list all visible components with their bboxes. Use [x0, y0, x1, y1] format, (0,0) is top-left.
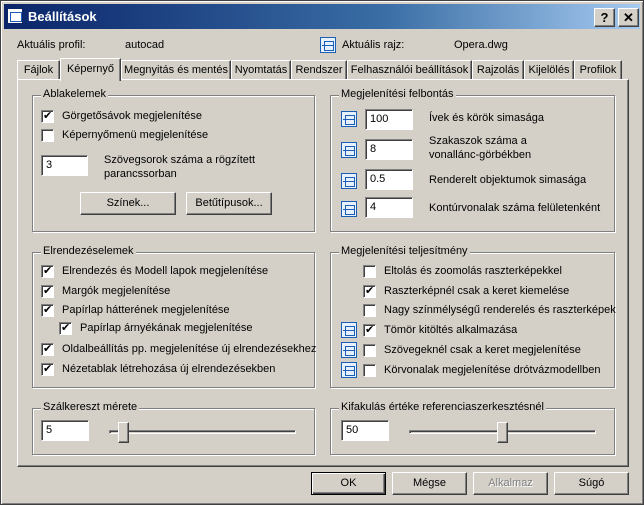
tab-selection[interactable]: Kijelölés [524, 60, 574, 80]
drawing-icon [320, 37, 336, 53]
arc-smoothness-label: Ívek és körök simasága [429, 112, 544, 124]
drawing-setting-icon [341, 322, 357, 338]
layout-model-tabs-label: Elrendezés és Modell lapok megjelenítése [62, 265, 269, 277]
text-lines-label-2: parancssorban [104, 168, 177, 180]
screen-menu-checkbox[interactable] [41, 129, 54, 142]
paper-shadow-checkbox[interactable] [59, 321, 72, 335]
layout-model-tabs-checkbox[interactable] [41, 264, 54, 278]
margins-label: Margók megjelenítése [62, 285, 171, 297]
crosshair-slider-thumb[interactable] [118, 422, 129, 443]
close-icon[interactable]: ✕ [618, 8, 639, 27]
display-performance-title: Megjelenítési teljesítmény [339, 245, 470, 257]
polyline-segments-input[interactable]: 8 [365, 139, 413, 160]
polyline-segments-label-2: vonallánc-görbékben [429, 149, 532, 161]
tab-open-save[interactable]: Megnyitás és mentés [121, 60, 231, 80]
text-lines-input[interactable]: 3 [41, 155, 88, 176]
fade-slider-thumb[interactable] [497, 422, 508, 443]
rendered-smoothness-input[interactable]: 0.5 [365, 169, 413, 190]
autocad-app-icon [7, 8, 23, 24]
profile-label: Aktuális profil: [17, 39, 86, 51]
contour-lines-label: Kontúrvonalak száma felületenként [429, 202, 601, 214]
solid-fill-checkbox[interactable] [363, 323, 376, 337]
tab-system[interactable]: Rendszer [291, 60, 347, 80]
pan-zoom-raster-checkbox[interactable] [363, 265, 376, 278]
raster-frame-highlight-label: Raszterképnél csak a keret kiemelése [384, 285, 570, 297]
rendered-smoothness-label: Renderelt objektumok simasága [429, 174, 587, 186]
true-color-label: Nagy színmélységű renderelés és raszterk… [384, 304, 616, 316]
help-icon[interactable]: ? [594, 8, 615, 27]
cancel-button[interactable]: Mégse [392, 472, 467, 495]
raster-frame-highlight-checkbox[interactable] [363, 284, 376, 298]
create-viewport-checkbox[interactable] [41, 362, 54, 376]
drawing-setting-icon [341, 142, 357, 158]
ok-button[interactable]: OK [311, 472, 386, 495]
drawing-setting-icon [341, 173, 357, 189]
drawing-setting-icon [341, 342, 357, 358]
silhouettes-label: Körvonalak megjelenítése drótvázmodellbe… [384, 364, 601, 376]
window-title: Beállítások [28, 9, 97, 24]
solid-fill-label: Tömör kitöltés alkalmazása [384, 324, 518, 336]
crosshair-slider-track[interactable] [109, 430, 296, 434]
tab-user-preferences[interactable]: Felhasználói beállítások [347, 60, 472, 80]
apply-button[interactable]: Alkalmaz [473, 472, 548, 495]
text-frame-only-checkbox[interactable] [363, 344, 376, 357]
pan-zoom-raster-label: Eltolás és zoomolás raszterképekkel [384, 265, 562, 277]
profile-value: autocad [125, 39, 165, 51]
scrollbars-checkbox[interactable] [41, 109, 54, 123]
true-color-checkbox[interactable] [363, 304, 376, 317]
display-resolution-title: Megjelenítési felbontás [339, 88, 456, 100]
arc-smoothness-input[interactable]: 100 [365, 109, 413, 130]
help-button[interactable]: Súgó [554, 472, 629, 495]
polyline-segments-label-1: Szakaszok száma a [429, 135, 527, 147]
layout-elements-title: Elrendezéselemek [41, 245, 136, 257]
create-viewport-label: Nézetablak létrehozása új elrendezésekbe… [62, 363, 276, 375]
fonts-button[interactable]: Betűtípusok... [186, 192, 272, 215]
text-lines-label-1: Szövegsorok száma a rögzített [104, 154, 256, 166]
page-setup-label: Oldalbeállítás pp. megjelenítése új elre… [62, 343, 317, 355]
paper-background-label: Papírlap hátterének megjelenítése [62, 304, 230, 316]
drawing-value: Opera.dwg [454, 39, 508, 51]
text-frame-only-label: Szövegeknél csak a keret megjelenítése [384, 344, 581, 356]
margins-checkbox[interactable] [41, 284, 54, 298]
tab-profiles[interactable]: Profilok [574, 60, 622, 80]
silhouettes-checkbox[interactable] [363, 364, 376, 377]
options-dialog: Beállítások ? ✕ Aktuális profil: autocad… [0, 0, 644, 505]
tab-plotting[interactable]: Nyomtatás [231, 60, 291, 80]
contour-lines-input[interactable]: 4 [365, 197, 413, 218]
tab-display[interactable]: Képernyő [60, 58, 121, 81]
drawing-setting-icon [341, 201, 357, 217]
fade-value-title: Kifakulás értéke referenciaszerkesztésné… [339, 401, 546, 413]
screen-menu-label: Képernyőmenü megjelenítése [62, 129, 209, 141]
paper-background-checkbox[interactable] [41, 303, 54, 317]
fade-value-input[interactable]: 50 [341, 420, 389, 441]
crosshair-size-input[interactable]: 5 [41, 420, 89, 441]
drawing-setting-icon [341, 111, 357, 127]
window-elements-title: Ablakelemek [41, 88, 108, 100]
crosshair-size-title: Szálkereszt mérete [41, 401, 140, 413]
title-bar[interactable]: Beállítások ? ✕ [4, 4, 640, 29]
page-setup-checkbox[interactable] [41, 342, 54, 356]
tab-files[interactable]: Fájlok [17, 60, 60, 80]
drawing-label: Aktuális rajz: [342, 39, 405, 51]
paper-shadow-label: Papírlap árnyékának megjelenítése [80, 322, 253, 334]
drawing-setting-icon [341, 362, 357, 378]
tab-drafting[interactable]: Rajzolás [472, 60, 524, 80]
scrollbars-label: Görgetősávok megjelenítése [62, 110, 203, 122]
colors-button[interactable]: Színek... [80, 192, 176, 215]
